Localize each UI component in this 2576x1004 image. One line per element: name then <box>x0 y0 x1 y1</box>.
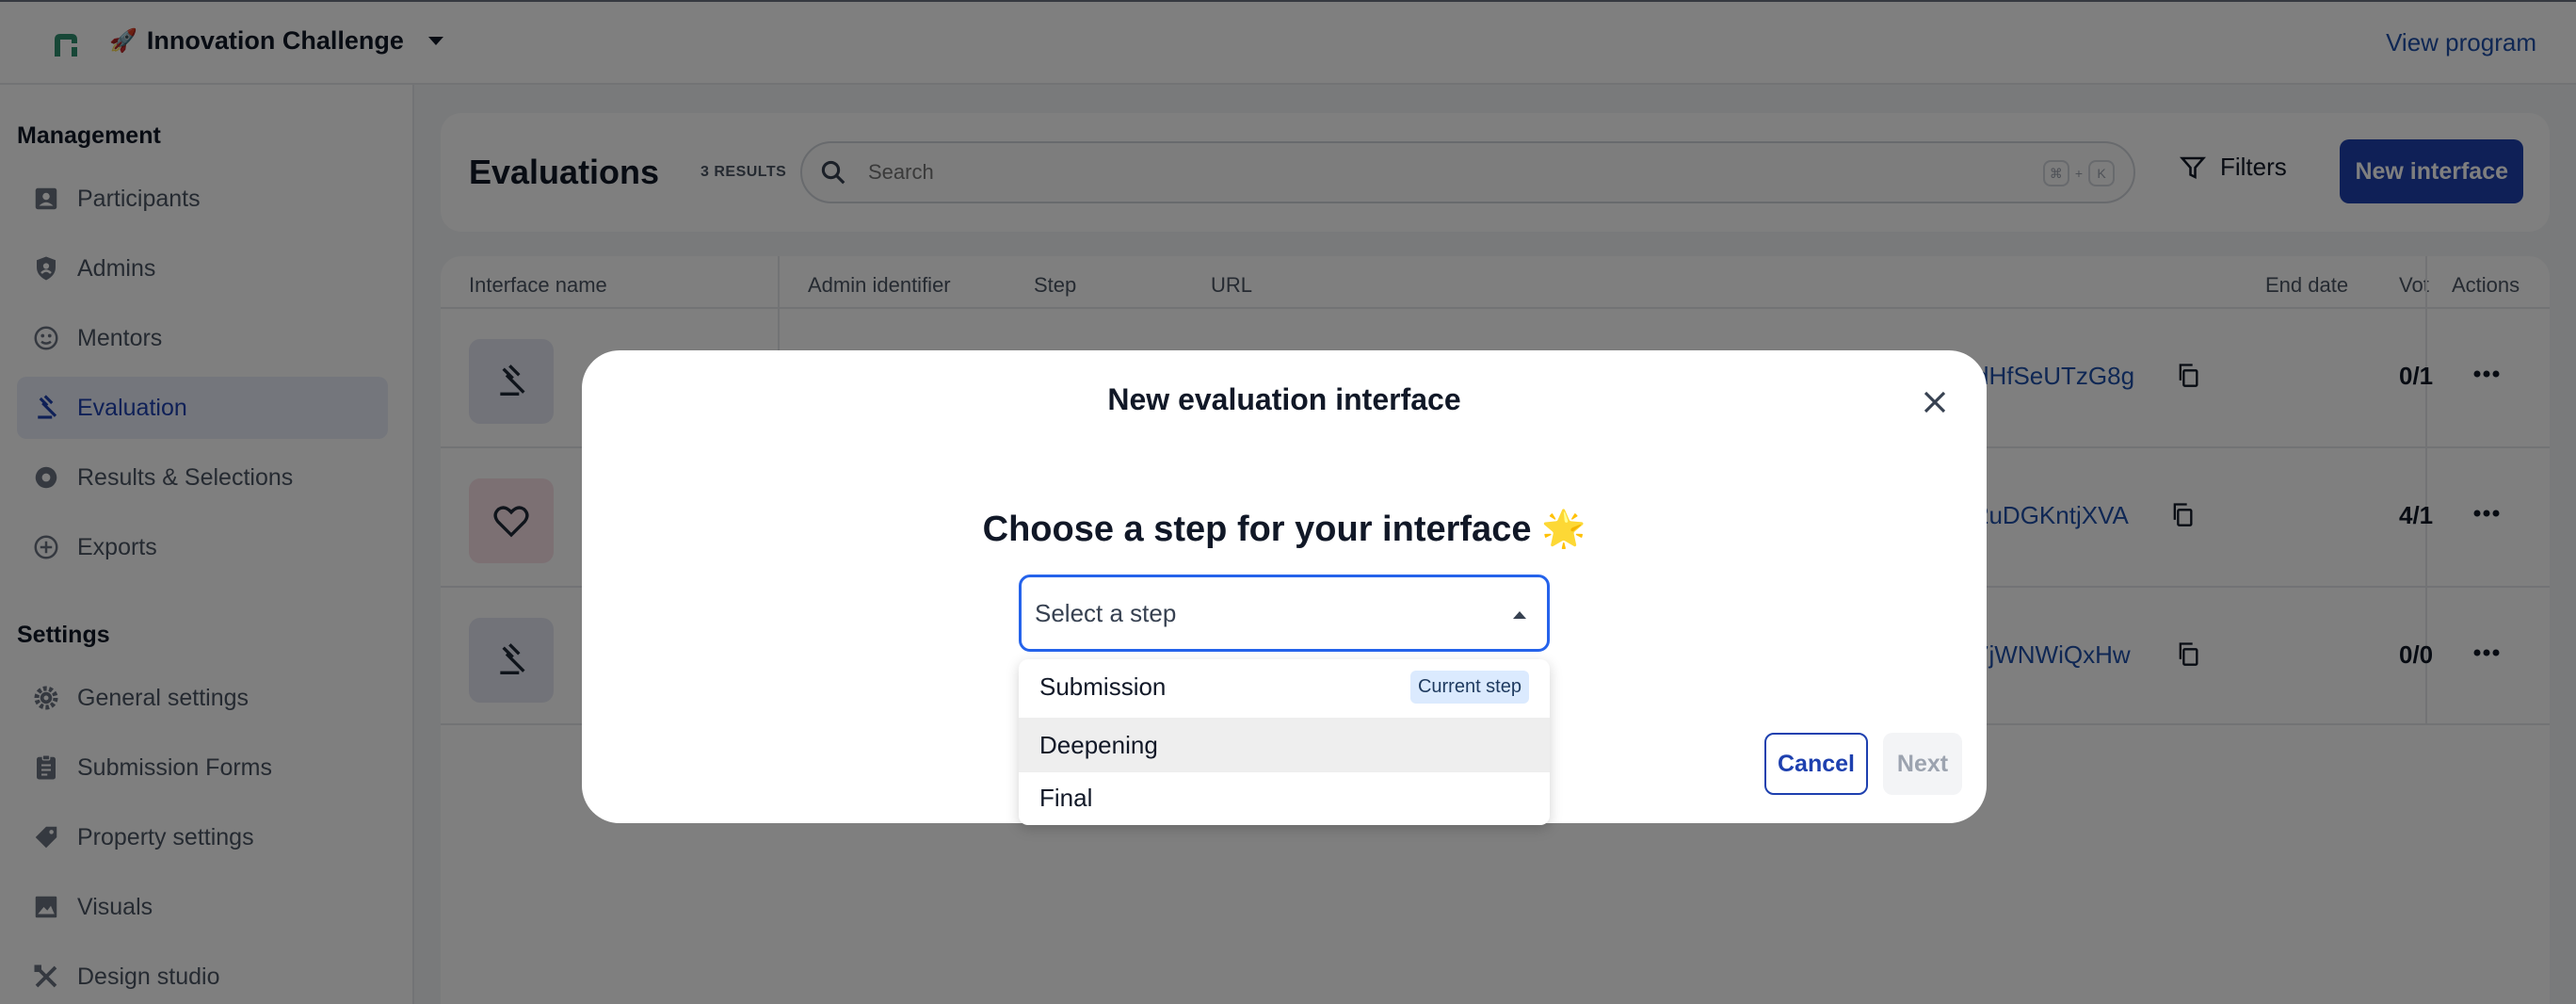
chevron-up-icon <box>1513 611 1526 619</box>
new-evaluation-dialog: New evaluation interface Choose a step f… <box>582 350 1987 825</box>
cancel-button[interactable]: Cancel <box>1764 733 1868 795</box>
current-step-badge: Current step <box>1409 671 1529 704</box>
option-label: Final <box>1039 783 1093 812</box>
step-heading: Choose a step for your interface 🌟 <box>982 510 1586 549</box>
step-select[interactable]: Select a step <box>1019 575 1550 652</box>
step-option-deepening[interactable]: Deepening <box>1019 718 1550 772</box>
next-button[interactable]: Next <box>1883 733 1962 795</box>
option-label: Submission <box>1039 672 1167 701</box>
option-label: Deepening <box>1039 730 1158 759</box>
step-select-placeholder: Select a step <box>1035 598 1177 627</box>
dialog-title: New evaluation interface <box>1107 382 1461 416</box>
step-option-submission[interactable]: Submission Current step <box>1019 659 1550 714</box>
step-option-final[interactable]: Final <box>1019 770 1550 825</box>
step-dropdown: Submission Current step Deepening Final <box>1019 659 1550 825</box>
close-icon[interactable] <box>1921 388 1949 416</box>
